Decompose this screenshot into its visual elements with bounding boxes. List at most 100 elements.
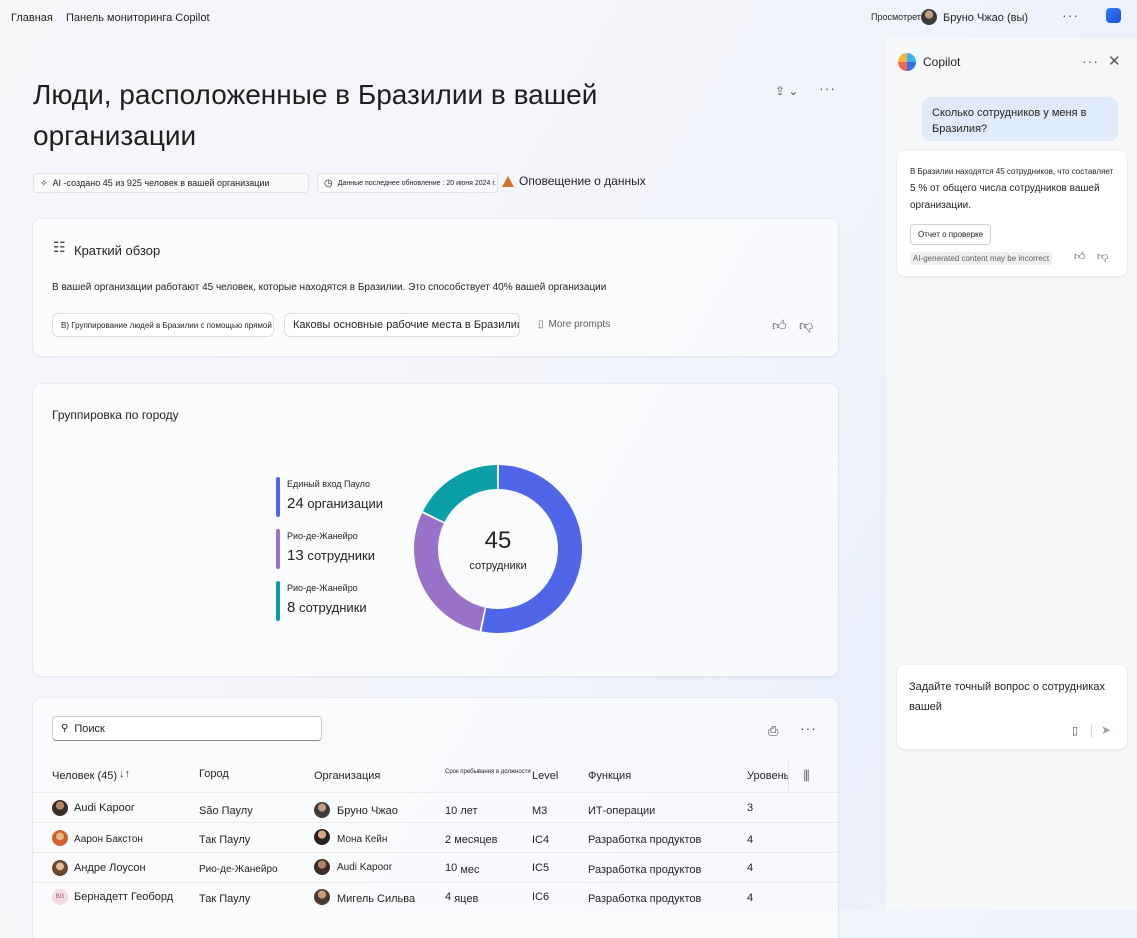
legend-unit: сотрудники — [298, 600, 367, 615]
view-as-label: Просмотреть — [871, 12, 926, 22]
header-level[interactable]: Level — [532, 770, 558, 782]
manager-avatar — [314, 802, 330, 818]
table-row[interactable]: Андре Лоусон Рио-де-Жанейро Audi Kapoor … — [33, 852, 838, 883]
panel-more-icon[interactable]: ··· — [1082, 53, 1099, 69]
nav-home-link[interactable]: Главная — [11, 12, 53, 24]
search-placeholder: Поиск — [74, 722, 105, 735]
legend-value: 13 сотрудники — [287, 547, 375, 564]
clock-icon: ◷ — [324, 177, 333, 189]
prompt-chip[interactable]: B) Группирование людей в Бразилии с помо… — [52, 313, 274, 337]
share-icon[interactable]: ⇪ ⌄ — [775, 84, 798, 98]
sort-icon[interactable]: ↓↑ — [119, 768, 130, 780]
user-avatar[interactable] — [921, 9, 937, 25]
legend-name: Единый вход Пауло — [287, 479, 371, 489]
current-user-name[interactable]: Бруно Чжао (вы) — [943, 12, 1028, 24]
person-name[interactable]: Аарон Бакстон — [74, 834, 143, 845]
more-prompts-button[interactable]: ▯ More prompts — [538, 319, 610, 330]
prompt-library-icon[interactable]: ▯ — [1072, 724, 1078, 737]
close-icon[interactable]: ✕ — [1108, 52, 1121, 70]
legend-unit: сотрудники — [307, 548, 375, 563]
thumbs-up-icon[interactable]: 👍︎ — [772, 317, 787, 334]
manager-name[interactable]: Мона Кейн — [337, 834, 387, 845]
city-cell: Рио-де-Жанейро — [199, 864, 278, 875]
legend-count: 8 — [287, 599, 296, 616]
nav-dashboard-link[interactable]: Панель мониторинга Copilot — [66, 12, 210, 24]
person-avatar — [52, 800, 68, 816]
table-row[interactable]: Аарон Бакстон Так Паулу Мона Кейн 2 меся… — [33, 822, 838, 853]
tenure-unit: мес — [460, 864, 480, 876]
manager-avatar — [314, 829, 330, 845]
header-person[interactable]: Человек (45) — [52, 770, 117, 782]
ai-note-text: AI -создано 45 из 925 человек в вашей ор… — [52, 178, 270, 188]
prompt-chip[interactable]: Каковы основные рабочие места в Бразилии… — [284, 313, 520, 337]
table-row[interactable]: Audi Kapoor São Паулу Бруно Чжао 10 лет … — [33, 792, 838, 823]
level-cell: IC6 — [532, 891, 550, 903]
header-tier[interactable]: Уровень — [747, 770, 789, 782]
legend-name: Рио-де-Жанейро — [287, 583, 358, 593]
tier-cell: 4 — [747, 862, 754, 874]
thumbs-down-icon[interactable]: 👎︎ — [1097, 250, 1108, 263]
page-more-icon[interactable]: ··· — [819, 80, 836, 96]
donut-slice-2[interactable] — [422, 465, 498, 523]
copilot-title: Copilot — [923, 55, 961, 69]
function-cell: Разработка продуктов — [588, 864, 702, 876]
person-name[interactable]: Audi Kapoor — [74, 802, 135, 814]
summary-card: ☷ Краткий обзор В вашей организации рабо… — [33, 219, 838, 356]
legend-value: 24 организации — [287, 495, 383, 512]
answer-line-1: В Бразилии находятся 45 сотрудников, что… — [910, 167, 1114, 176]
export-icon[interactable]: ⎙ — [768, 723, 778, 739]
thumbs-down-icon[interactable]: 👎︎ — [799, 317, 813, 334]
thumbs-up-icon[interactable]: 👍︎ — [1074, 250, 1086, 263]
legend-color-bar — [276, 529, 280, 569]
manager-name[interactable]: Бруно Чжао — [337, 805, 398, 817]
ai-created-pill: ✧ AI -создано 45 из 925 человек в вашей … — [33, 173, 309, 193]
more-options-icon[interactable]: ··· — [1062, 7, 1079, 23]
person-name[interactable]: Андре Лоусон — [74, 862, 146, 874]
legend-name: Рио-де-Жанейро — [287, 531, 358, 541]
more-prompts-label: More prompts — [548, 319, 611, 330]
header-function[interactable]: Функция — [588, 770, 631, 782]
manager-name[interactable]: Audi Kapoor — [337, 862, 392, 873]
header-city[interactable]: Город — [199, 768, 229, 780]
sparkle-icon: ✧ — [40, 177, 48, 188]
manager-name[interactable]: Мигель Сильва — [337, 893, 415, 905]
legend-color-bar — [276, 581, 280, 621]
tenure-cell: 2 месяцев — [445, 834, 497, 846]
search-input[interactable]: ⚲ Поиск — [52, 716, 322, 741]
header-tenure[interactable]: Срок пребывания в должности — [445, 769, 531, 775]
composer-divider — [1091, 724, 1092, 738]
composer-prompt-text[interactable]: Задайте точный вопрос о сотрудниках ваше… — [909, 677, 1114, 717]
person-avatar — [52, 860, 68, 876]
tier-cell: 4 — [747, 834, 754, 846]
level-cell: M3 — [532, 805, 548, 817]
prompt-chip-label: B) Группирование людей в Бразилии с помо… — [61, 320, 273, 330]
ai-disclaimer-badge: AI-generated content may be incorrect — [910, 252, 1053, 265]
table-row[interactable]: BG Бернадетт Геоборд Так Паулу Мигель Си… — [33, 882, 838, 913]
tenure-number: 4 — [445, 891, 452, 903]
person-avatar — [52, 830, 68, 846]
people-table-card: ⚲ Поиск ⎙ ··· Человек (45) ↓↑ Город Орга… — [33, 698, 838, 938]
table-more-icon[interactable]: ··· — [800, 720, 817, 736]
level-cell: IC5 — [532, 862, 550, 874]
columns-icon[interactable]: ⫼ — [788, 760, 824, 792]
copilot-toggle-icon[interactable] — [1106, 8, 1121, 23]
donut-total: 45 — [484, 527, 512, 554]
chat-composer[interactable]: Задайте точный вопрос о сотрудниках ваше… — [897, 665, 1127, 749]
tenure-number: 10 — [445, 805, 458, 817]
search-icon: ⚲ — [61, 723, 69, 734]
city-cell: São Паулу — [199, 805, 253, 817]
last-updated-text: Данные последнее обновление : 20 июня 20… — [337, 179, 497, 187]
header-org[interactable]: Организация — [314, 770, 380, 782]
user-message: Сколько сотрудников у меня в Бразилия? — [922, 97, 1118, 141]
book-icon: ▯ — [538, 319, 544, 330]
legend-value: 8 сотрудники — [287, 599, 367, 616]
person-name[interactable]: Бернадетт Геоборд — [74, 891, 173, 903]
prompt-chip-label: Каковы основные рабочие места в Бразилии… — [293, 319, 520, 331]
summary-icon: ☷ — [53, 239, 66, 255]
function-cell: Разработка продуктов — [588, 834, 702, 846]
manager-avatar — [314, 889, 330, 905]
data-alert-link[interactable]: Оповещение о данных — [502, 174, 646, 188]
tenure-number: 10 — [445, 862, 458, 874]
send-icon[interactable]: ➤ — [1101, 723, 1111, 737]
check-report-button[interactable]: Отчет о проверке — [910, 224, 992, 245]
